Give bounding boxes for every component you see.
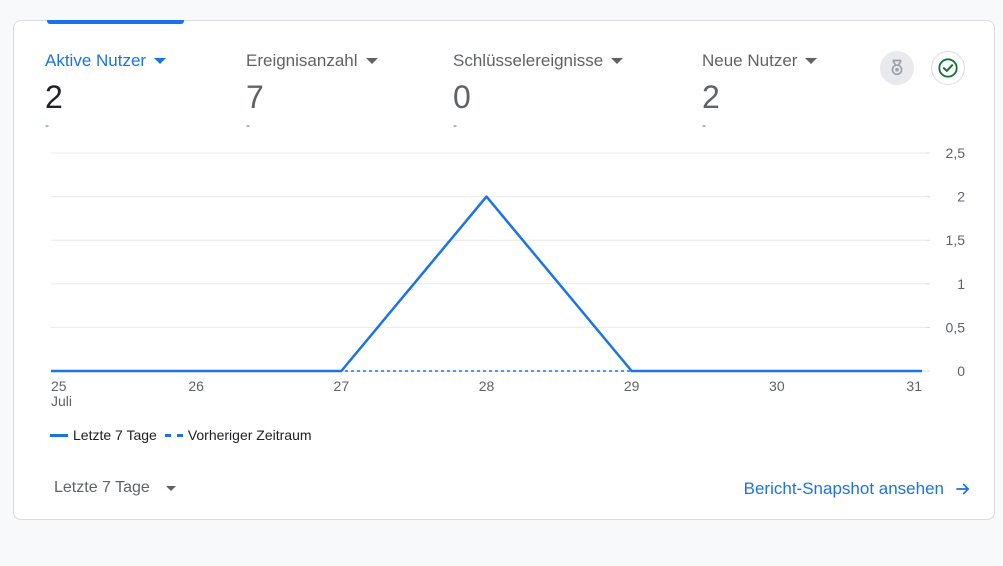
metric-value: 0: [453, 79, 471, 115]
x-tick-label: 31: [906, 378, 922, 394]
legend-label: Vorheriger Zeitraum: [187, 427, 312, 443]
y-tick-label: 1: [957, 276, 965, 292]
metric-active-users[interactable]: Aktive Nutzer 2 -: [45, 51, 167, 132]
x-tick-label: 29: [624, 378, 640, 394]
y-tick-label: 1,5: [946, 232, 966, 248]
legend-item-current: Letzte 7 Tage: [50, 427, 157, 443]
top-tab-indicator: [47, 20, 184, 24]
metric-change: -: [45, 118, 49, 132]
caret-down-icon: [154, 58, 167, 64]
metric-change: -: [246, 118, 250, 132]
date-range-label: Letzte 7 Tage: [54, 479, 150, 496]
y-tick-label: 0,5: [946, 319, 966, 335]
summary-card: Aktive Nutzer 2 - Ereignisanzahl 7 - Sch…: [13, 20, 995, 520]
metric-label: Schlüsselereignisse: [453, 51, 604, 70]
award-icon[interactable]: [880, 51, 914, 85]
caret-down-icon: [805, 58, 818, 64]
caret-down-icon: [165, 485, 176, 491]
legend-swatch-solid: [50, 433, 68, 437]
chart-legend: Letzte 7 Tage Vorheriger Zeitraum: [50, 427, 320, 443]
legend-item-previous: Vorheriger Zeitraum: [164, 427, 312, 443]
x-tick-sublabel: Juli: [51, 393, 72, 409]
metric-key-events[interactable]: Schlüsselereignisse 0 -: [453, 51, 624, 132]
arrow-right-icon: [954, 480, 972, 498]
view-report-snapshot-link[interactable]: Bericht-Snapshot ansehen: [744, 479, 972, 499]
metric-label: Aktive Nutzer: [45, 51, 147, 70]
metric-value: 2: [702, 79, 720, 115]
legend-label: Letzte 7 Tage: [73, 427, 157, 443]
check-circle-icon[interactable]: [931, 51, 965, 85]
metric-new-users[interactable]: Neue Nutzer 2 -: [702, 51, 818, 132]
date-range-dropdown[interactable]: Letzte 7 Tage: [54, 479, 176, 497]
x-tick-label: 25: [51, 378, 67, 394]
series-line-current: [51, 195, 922, 373]
y-tick-label: 2: [957, 189, 965, 205]
caret-down-icon: [365, 58, 378, 64]
y-tick-label: 0: [957, 363, 965, 379]
snapshot-link-label: Bericht-Snapshot ansehen: [743, 479, 944, 498]
x-tick-label: 28: [479, 378, 495, 394]
x-tick-label: 27: [334, 378, 350, 394]
y-tick-label: 2,5: [946, 145, 966, 161]
x-tick-label: 30: [769, 378, 785, 394]
legend-swatch-dashed: [164, 433, 183, 437]
metric-value: 2: [45, 79, 63, 115]
metric-label: Ereignisanzahl: [246, 51, 358, 70]
metric-value: 7: [246, 79, 264, 115]
metric-change: -: [702, 118, 706, 132]
metric-change: -: [453, 118, 457, 132]
x-tick-label: 26: [188, 378, 204, 394]
metric-event-count[interactable]: Ereignisanzahl 7 -: [246, 51, 378, 131]
caret-down-icon: [611, 58, 624, 64]
metric-label: Neue Nutzer: [702, 51, 798, 70]
